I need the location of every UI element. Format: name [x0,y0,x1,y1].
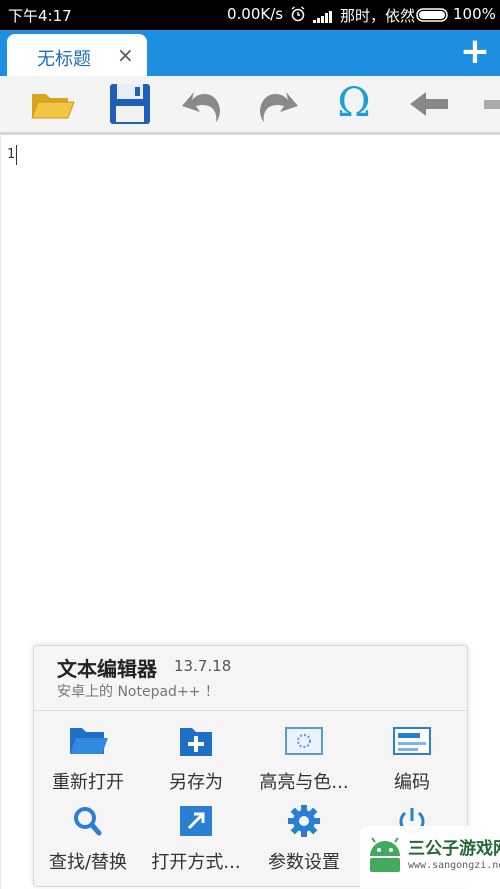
highlight-icon [284,724,324,758]
tab-label: 无标题 [37,49,91,70]
menu-save-as[interactable]: 另存为 [142,716,250,794]
add-tab-button[interactable]: + [458,32,492,72]
menu-label: 另存为 [169,772,223,793]
text-cursor [16,145,17,165]
divider [34,710,467,711]
watermark-title: 三公子游戏网 [408,839,500,859]
menu-open-with[interactable]: 打开方式... [142,796,250,874]
open-folder-icon[interactable] [28,80,76,128]
menu-reopen[interactable]: 重新打开 [34,716,142,794]
toolbar: Ω [0,76,500,135]
alarm-icon [290,6,306,26]
watermark-url: www.sangongzi.net [408,860,500,871]
signal-icon [313,9,333,27]
menu-settings[interactable]: 参数设置 [250,796,358,874]
status-carrier: 那时，依然 [340,7,416,25]
tab-untitled[interactable]: 无标题 × [7,34,147,76]
app-tagline: 安卓上的 Notepad++ ！ [57,684,219,700]
menu-label: 重新打开 [52,772,124,793]
close-icon[interactable]: × [117,43,134,67]
status-net-speed: 0.00K/s [227,5,284,23]
encoding-icon [392,724,432,758]
redo-icon[interactable] [254,80,302,128]
open-with-icon [176,804,216,838]
status-time: 下午4:17 [8,7,72,25]
menu-label: 打开方式... [151,852,241,873]
menu-label: 高亮与色... [259,772,349,793]
folder-open-icon [68,724,108,758]
app-version: 13.7.18 [174,657,232,675]
menu-find-replace[interactable]: 查找/替换 [34,796,142,874]
back-arrow-icon[interactable] [406,80,454,128]
undo-icon[interactable] [178,80,226,128]
save-icon[interactable] [106,80,154,128]
folder-add-icon [176,724,216,758]
status-battery: 100% [453,5,496,23]
watermark-logo: 三公子游戏网 www.sangongzi.net [360,826,500,888]
status-bar: 下午4:17 0.00K/s 那时，依然 100% [0,0,500,30]
gear-icon [284,804,324,838]
tab-bar: 无标题 × + [0,30,500,76]
more-icon[interactable] [480,80,500,128]
menu-highlight[interactable]: 高亮与色... [250,716,358,794]
search-icon [68,804,108,838]
menu-label: 参数设置 [268,852,340,873]
special-char-icon[interactable]: Ω [330,80,378,128]
menu-label: 查找/替换 [48,852,128,873]
app-name: 文本编辑器 [57,657,157,681]
menu-label: 编码 [394,772,430,793]
menu-encoding[interactable]: 编码 [358,716,466,794]
android-logo-icon [370,837,400,872]
line-number: 1 [7,147,15,162]
battery-icon [416,8,450,26]
